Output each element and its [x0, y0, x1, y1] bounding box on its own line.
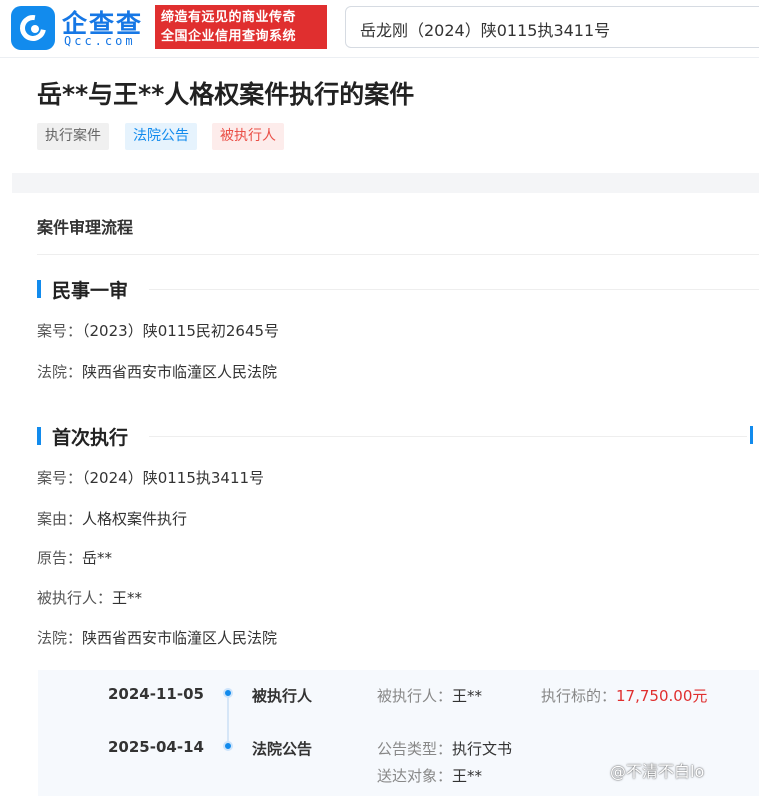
- stage-marker-right: [750, 426, 753, 444]
- field-value: 人格权案件执行: [82, 510, 188, 528]
- timeline-dot-icon: [223, 741, 233, 751]
- stage-name: 首次执行: [52, 427, 129, 449]
- field-case-number: 案号：（2024）陕0115执3411号: [37, 467, 264, 488]
- section-title: 案件审理流程: [37, 218, 134, 237]
- tag-court-notice[interactable]: 法院公告: [125, 123, 197, 150]
- timeline-type: 法院公告: [252, 740, 313, 758]
- slogan-line-1: 缔造有远见的商业传奇: [161, 10, 297, 25]
- stage-marker: [37, 280, 41, 298]
- logo-domain: Qcc.com: [64, 34, 136, 48]
- search-input-value: 岳龙刚（2024）陕0115执3411号: [360, 21, 611, 40]
- tag-executed-person[interactable]: 被执行人: [212, 123, 284, 150]
- timeline-type: 被执行人: [252, 687, 313, 705]
- stage-header-first-trial: 民事一审: [37, 277, 759, 302]
- timeline-connector: [227, 692, 229, 748]
- info-value: 王**: [452, 687, 483, 705]
- timeline-info-executed: 被执行人：王**: [377, 685, 482, 706]
- field-key: 案号：: [37, 322, 83, 340]
- divider: [37, 254, 759, 255]
- stage-line: [149, 436, 747, 437]
- stage-line: [149, 289, 759, 290]
- info-key: 送达对象：: [377, 767, 453, 785]
- process-card: 案件审理流程 民事一审 案号：（2023）陕0115民初2645号 法院：陕西省…: [12, 193, 759, 796]
- timeline-info-notice-type: 公告类型：执行文书: [377, 738, 512, 759]
- page: 企查查 Qcc.com 缔造有远见的商业传奇 全国企业信用查询系统 岳龙刚（20…: [0, 0, 759, 796]
- field-cause: 案由：人格权案件执行: [37, 508, 187, 529]
- field-key: 案由：: [37, 510, 83, 528]
- slogan-line-2: 全国企业信用查询系统: [161, 29, 297, 44]
- watermark: @不清不白lo: [610, 762, 705, 781]
- stage-name: 民事一审: [52, 280, 129, 302]
- timeline-dot-icon: [223, 688, 233, 698]
- stage-marker: [37, 427, 41, 445]
- qcc-logo-icon[interactable]: [11, 6, 55, 50]
- field-value: 陕西省西安市临潼区人民法院: [82, 363, 278, 381]
- field-value: 岳**: [82, 549, 113, 567]
- field-value: 陕西省西安市临潼区人民法院: [82, 629, 278, 647]
- case-title: 岳**与王**人格权案件执行的案件: [37, 80, 415, 109]
- timeline-info-recipient: 送达对象：王**: [377, 765, 482, 786]
- info-key: 被执行人：: [377, 687, 453, 705]
- field-value: 王**: [112, 589, 143, 607]
- info-key: 执行标的：: [541, 687, 617, 705]
- field-key: 法院：: [37, 363, 83, 381]
- search-input[interactable]: 岳龙刚（2024）陕0115执3411号: [345, 6, 759, 48]
- field-key: 法院：: [37, 629, 83, 647]
- slogan-banner: 缔造有远见的商业传奇 全国企业信用查询系统: [155, 5, 327, 49]
- field-plaintiff: 原告：岳**: [37, 547, 112, 568]
- field-key: 案号：: [37, 469, 83, 487]
- timeline-date: 2024-11-05: [108, 685, 204, 703]
- stage-header-first-execution: 首次执行: [37, 424, 759, 449]
- info-value: 王**: [452, 767, 483, 785]
- field-key: 被执行人：: [37, 589, 113, 607]
- field-key: 原告：: [37, 549, 83, 567]
- timeline-date: 2025-04-14: [108, 738, 204, 756]
- info-value: 执行文书: [452, 740, 513, 758]
- field-executed-person: 被执行人：王**: [37, 587, 142, 608]
- field-case-number: 案号：（2023）陕0115民初2645号: [37, 320, 279, 341]
- info-key: 公告类型：: [377, 740, 453, 758]
- top-header: 企查查 Qcc.com 缔造有远见的商业传奇 全国企业信用查询系统 岳龙刚（20…: [0, 0, 759, 58]
- section-gap: [12, 173, 759, 193]
- field-court: 法院：陕西省西安市临潼区人民法院: [37, 627, 277, 648]
- execution-amount: 17,750.00元: [616, 687, 708, 705]
- field-value: （2023）陕0115民初2645号: [82, 322, 280, 340]
- field-court: 法院：陕西省西安市临潼区人民法院: [37, 361, 277, 382]
- tag-execution-case[interactable]: 执行案件: [37, 123, 109, 150]
- timeline-info-amount: 执行标的：17,750.00元: [541, 685, 707, 706]
- field-value: （2024）陕0115执3411号: [82, 469, 265, 487]
